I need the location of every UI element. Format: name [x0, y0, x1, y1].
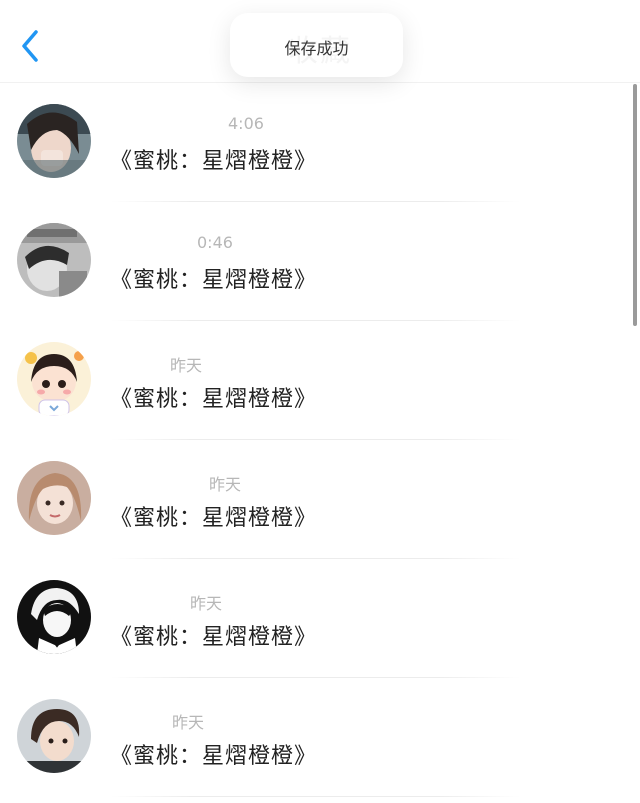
chevron-left-icon [22, 30, 38, 62]
list-item[interactable]: 0:46 《蜜桃：星熠橙橙》 [0, 202, 640, 321]
timestamp: 昨天 [170, 356, 203, 375]
scrollbar[interactable] [633, 84, 637, 326]
avatar[interactable] [17, 580, 91, 654]
favorites-page: 收藏 保存成功 4:06 《蜜桃：星熠橙橙》 [0, 0, 640, 803]
row-divider [110, 796, 520, 797]
timestamp: 0:46 [197, 233, 233, 252]
avatar[interactable] [17, 342, 91, 416]
contact-name: 《蜜桃：星熠橙橙》 [110, 268, 318, 293]
avatar[interactable] [17, 461, 91, 535]
contact-name: 《蜜桃：星熠橙橙》 [110, 625, 318, 650]
contact-name: 《蜜桃：星熠橙橙》 [110, 744, 318, 769]
list-item[interactable]: 昨天 《蜜桃：星熠橙橙》 [0, 559, 640, 678]
toast-text: 保存成功 [284, 39, 349, 58]
list-item[interactable]: 昨天 《蜜桃：星熠橙橙》 [0, 321, 640, 440]
contact-name: 《蜜桃：星熠橙橙》 [110, 387, 318, 412]
timestamp: 4:06 [228, 114, 264, 133]
contact-name: 《蜜桃：星熠橙橙》 [110, 506, 318, 531]
toast-notification: 保存成功 [230, 13, 403, 77]
timestamp: 昨天 [209, 475, 242, 494]
avatar[interactable] [17, 699, 91, 773]
timestamp: 昨天 [190, 594, 223, 613]
contact-name: 《蜜桃：星熠橙橙》 [110, 149, 318, 174]
list-item[interactable]: 昨天 《蜜桃：星熠橙橙》 [0, 678, 640, 797]
list-item[interactable]: 4:06 《蜜桃：星熠橙橙》 [0, 83, 640, 202]
timestamp: 昨天 [172, 713, 205, 732]
avatar[interactable] [17, 104, 91, 178]
list-item[interactable]: 昨天 《蜜桃：星熠橙橙》 [0, 440, 640, 559]
back-button[interactable] [14, 26, 50, 66]
avatar[interactable] [17, 223, 91, 297]
conversation-list: 4:06 《蜜桃：星熠橙橙》 0:46 《蜜桃：星熠橙橙》 昨天 《蜜桃：星熠橙… [0, 83, 640, 797]
